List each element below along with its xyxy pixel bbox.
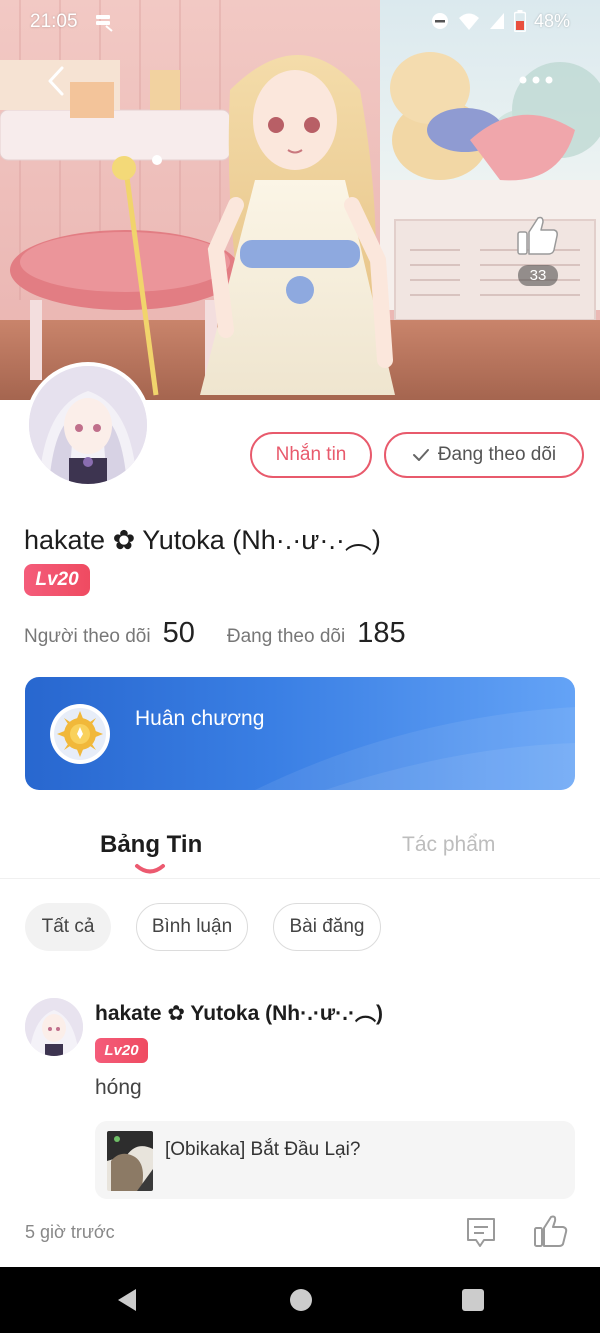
profile-username: hakate ✿ Yutoka (Nh·.·ư·.·︵) — [24, 525, 381, 555]
followers-count[interactable]: 50 — [163, 617, 195, 650]
level-badge: Lv20 — [24, 564, 90, 596]
status-icons: 48% — [430, 10, 570, 32]
dnd-icon — [431, 13, 448, 29]
battery-percent: 48% — [533, 10, 570, 31]
storage-icon — [96, 15, 113, 32]
profile-avatar[interactable] — [25, 362, 151, 488]
cover-illustration — [0, 0, 600, 400]
filter-chip-all[interactable]: Tất cả — [25, 903, 111, 951]
post-level-badge: Lv20 — [95, 1038, 148, 1063]
nav-back-icon[interactable] — [114, 1287, 140, 1313]
following-label[interactable]: Đang theo dõi — [227, 626, 345, 648]
following-button[interactable]: Đang theo dõi — [384, 432, 584, 478]
post-avatar-image — [25, 998, 83, 1056]
cover-image — [0, 0, 600, 400]
post-text: hóng — [95, 1076, 142, 1099]
system-nav-bar — [0, 1267, 600, 1333]
filter-chip-comments[interactable]: Bình luận — [136, 903, 248, 951]
comment-icon[interactable] — [464, 1215, 498, 1249]
thumbs-up-outline-icon[interactable] — [532, 1213, 568, 1249]
following-count[interactable]: 185 — [357, 617, 405, 650]
profile-tabs: Bảng Tin Tác phẩm — [0, 815, 600, 879]
wifi-icon — [458, 13, 479, 30]
nav-recents-icon[interactable] — [460, 1287, 486, 1313]
tab-works[interactable]: Tác phẩm — [402, 833, 495, 857]
medal-icon — [50, 704, 110, 764]
post-linked-work[interactable]: [Obikaka] Bắt Đầu Lại? — [95, 1121, 575, 1199]
medal-card[interactable]: Huân chương — [25, 677, 575, 790]
avatar-image — [29, 366, 147, 484]
chevron-left-icon[interactable] — [40, 64, 74, 98]
linked-work-title: [Obikaka] Bắt Đầu Lại? — [165, 1139, 361, 1160]
nav-home-icon[interactable] — [288, 1287, 314, 1313]
profile-stats: Người theo dõi 50 Đang theo dõi 185 — [24, 617, 438, 650]
filter-chip-all-label: Tất cả — [41, 916, 95, 937]
message-button[interactable]: Nhắn tin — [250, 432, 372, 478]
active-tab-indicator — [135, 864, 165, 874]
post-author-name[interactable]: hakate ✿ Yutoka (Nh·.·ư·.·︵) — [95, 997, 383, 1027]
post-author-avatar[interactable] — [25, 998, 83, 1056]
more-dots-icon[interactable] — [518, 72, 554, 88]
cover-like-button[interactable]: 33 — [514, 214, 562, 290]
thumbs-up-icon — [517, 216, 558, 255]
linked-work-thumbnail — [107, 1131, 153, 1191]
signal-icon — [489, 13, 504, 29]
following-button-label: Đang theo dõi — [437, 444, 557, 465]
cover-like-count: 33 — [517, 265, 559, 286]
post-timestamp: 5 giờ trước — [25, 1222, 115, 1242]
tab-feed[interactable]: Bảng Tin — [100, 831, 202, 859]
message-button-label: Nhắn tin — [275, 444, 347, 465]
filter-chip-comments-label: Bình luận — [151, 916, 233, 937]
battery-icon — [513, 10, 526, 32]
medal-label: Huân chương — [135, 707, 265, 730]
status-time: 21:05 — [30, 11, 78, 32]
filter-chip-posts[interactable]: Bài đăng — [273, 903, 381, 951]
status-bar: 21:05 48% — [0, 0, 600, 44]
checkmark-icon — [412, 449, 429, 461]
filter-chip-posts-label: Bài đăng — [289, 916, 365, 937]
followers-label[interactable]: Người theo dõi — [24, 626, 151, 648]
